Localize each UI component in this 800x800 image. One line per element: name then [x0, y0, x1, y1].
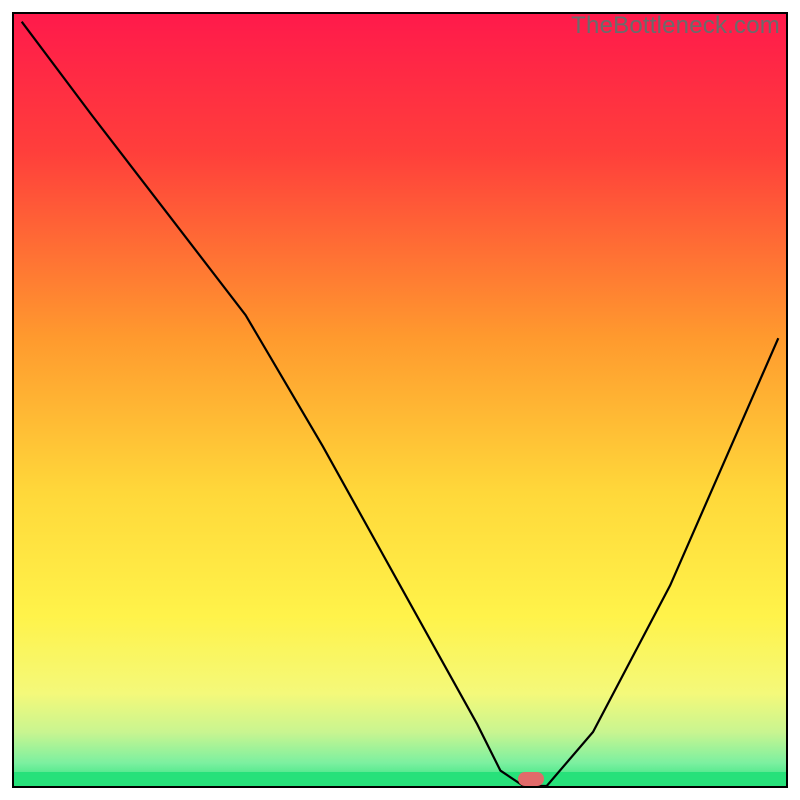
chart-frame: TheBottleneck.com — [12, 12, 788, 788]
optimum-marker — [518, 772, 544, 786]
bottleneck-curve — [14, 14, 786, 786]
curve-path — [22, 22, 779, 786]
watermark-text: TheBottleneck.com — [571, 12, 780, 40]
